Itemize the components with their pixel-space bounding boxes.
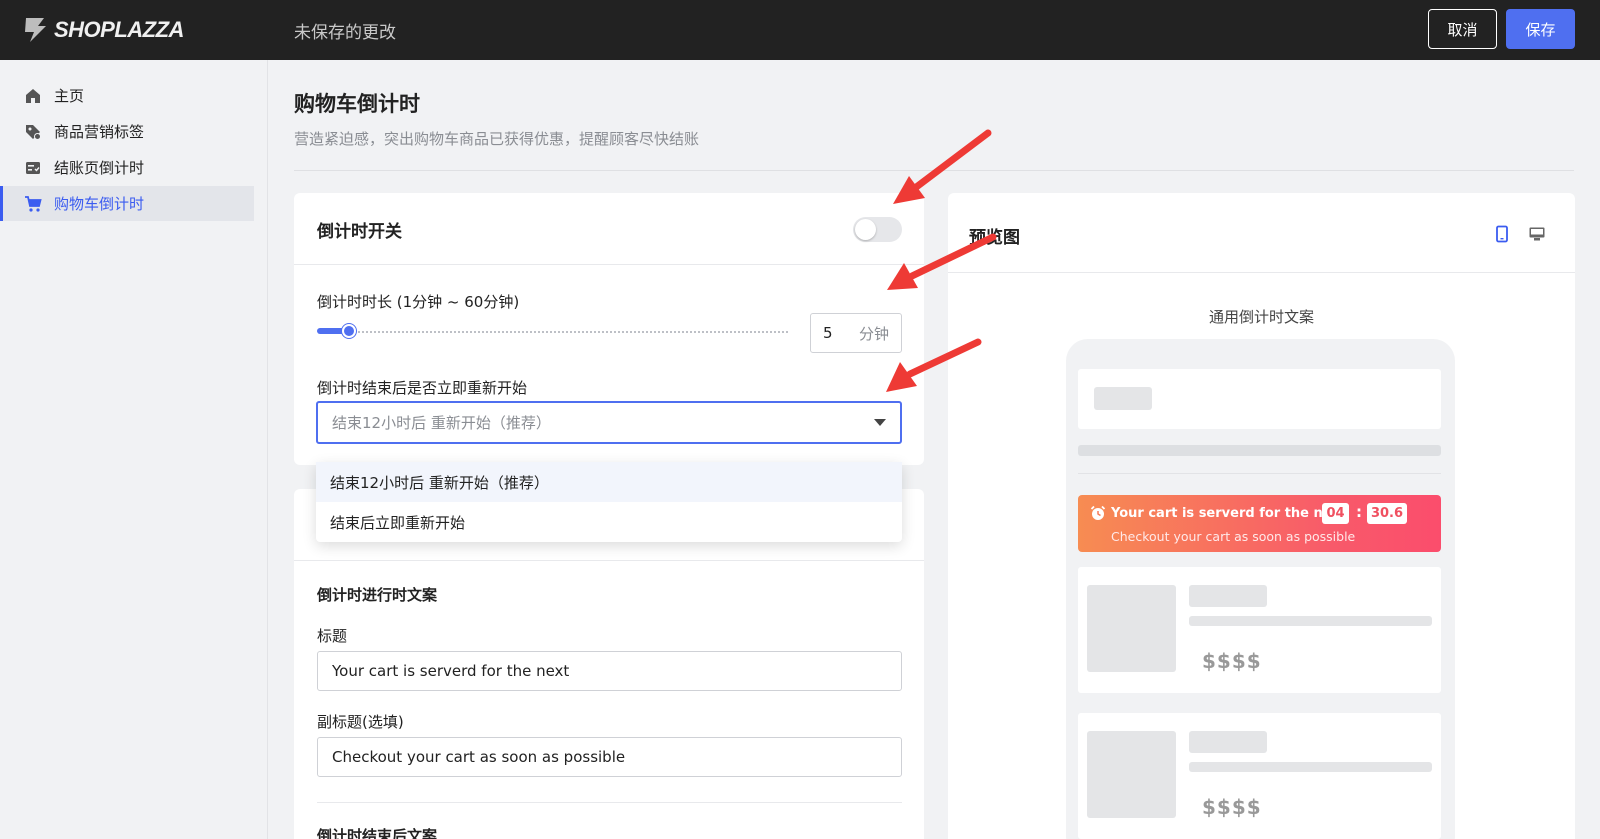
duration-unit: 分钟 <box>858 324 889 343</box>
page-title: 购物车倒计时 <box>294 92 420 116</box>
countdown-settings-card: 倒计时开关 倒计时时长 (1分钟 ~ 60分钟) 5 分钟 倒计时结束后是否立即… <box>294 193 924 465</box>
divider <box>317 802 902 803</box>
tag-icon <box>24 123 42 141</box>
preview-card: 预览图 通用倒计时文案 Your cart is serverd for the… <box>948 193 1575 839</box>
subtitle-field-label: 副标题(选填) <box>317 713 404 731</box>
sidebar-item-cart-countdown[interactable]: 购物车倒计时 <box>0 186 254 221</box>
duration-label: 倒计时时长 (1分钟 ~ 60分钟) <box>317 293 520 311</box>
top-bar: SHOPLAZZA 未保存的更改 取消 保存 <box>0 0 1600 60</box>
sidebar-item-label: 商品营销标签 <box>54 123 145 141</box>
title-input-value: Your cart is serverd for the next <box>332 662 570 680</box>
preview-subtitle: 通用倒计时文案 <box>1208 308 1314 326</box>
cart-item-placeholder: $$$$ <box>1078 567 1441 693</box>
cart-item-placeholder: $$$$ <box>1078 713 1441 839</box>
divider <box>294 560 924 561</box>
unsaved-changes-text: 未保存的更改 <box>294 23 396 43</box>
running-copy-section-title: 倒计时进行时文案 <box>317 586 438 604</box>
restart-select-value: 结束12小时后 重新开始（推荐） <box>332 414 551 432</box>
skeleton-block <box>1189 731 1267 753</box>
cart-icon <box>24 195 42 213</box>
countdown-separator: : <box>1356 503 1362 521</box>
header-placeholder <box>1078 369 1441 429</box>
card-header: 倒计时开关 <box>294 193 924 265</box>
desktop-icon[interactable] <box>1528 225 1546 243</box>
product-image-placeholder <box>1087 585 1176 672</box>
duration-input[interactable]: 5 分钟 <box>810 313 902 353</box>
logo-mark-icon <box>25 18 46 42</box>
price-placeholder: $$$$ <box>1202 649 1262 673</box>
title-field-label: 标题 <box>317 627 348 645</box>
duration-slider-handle[interactable] <box>342 324 356 338</box>
subtitle-input[interactable]: Checkout your cart as soon as possible <box>317 737 902 777</box>
restart-label: 倒计时结束后是否立即重新开始 <box>317 379 528 397</box>
preview-title: 预览图 <box>969 228 1020 248</box>
alarm-clock-icon <box>1090 505 1106 520</box>
price-placeholder: $$$$ <box>1202 795 1262 819</box>
skeleton-line <box>1189 616 1432 626</box>
phone-mockup: Your cart is serverd for the next 04 : 3… <box>1066 339 1455 839</box>
product-image-placeholder <box>1087 731 1176 818</box>
sidebar-item-label: 主页 <box>54 87 85 105</box>
restart-option-immediate[interactable]: 结束后立即重新开始 <box>316 502 902 542</box>
countdown-minutes: 04 <box>1322 503 1349 524</box>
countdown-switch-title: 倒计时开关 <box>317 222 402 242</box>
logo-text: SHOPLAZZA <box>54 17 184 42</box>
sidebar-item-marketing-tags[interactable]: 商品营销标签 <box>0 114 254 149</box>
toggle-knob <box>855 219 876 240</box>
countdown-seconds: 30.6 <box>1367 503 1407 524</box>
sidebar-item-label: 购物车倒计时 <box>54 195 145 213</box>
sidebar-item-label: 结账页倒计时 <box>54 159 145 177</box>
home-icon <box>24 87 42 105</box>
divider <box>948 272 1575 273</box>
sidebar-item-checkout-countdown[interactable]: 结账页倒计时 <box>0 150 254 185</box>
restart-select[interactable]: 结束12小时后 重新开始（推荐） <box>316 401 902 444</box>
skeleton-block <box>1094 387 1152 410</box>
ended-copy-section-title: 倒计时结束后文案 <box>317 827 438 839</box>
skeleton-block <box>1189 585 1267 607</box>
banner-subtitle: Checkout your cart as soon as possible <box>1111 529 1356 544</box>
countdown-banner: Your cart is serverd for the next 04 : 3… <box>1078 495 1441 552</box>
divider <box>1078 473 1441 474</box>
sidebar: 主页 商品营销标签 结账页倒计时 购物车倒计时 <box>0 60 268 839</box>
restart-dropdown-menu: 结束12小时后 重新开始（推荐） 结束后立即重新开始 <box>316 462 902 542</box>
restart-option-12h[interactable]: 结束12小时后 重新开始（推荐） <box>316 462 902 502</box>
sidebar-item-home[interactable]: 主页 <box>0 78 254 113</box>
cancel-button[interactable]: 取消 <box>1428 9 1497 49</box>
page-description: 营造紧迫感，突出购物车商品已获得优惠，提醒顾客尽快结账 <box>294 130 700 148</box>
subtitle-input-value: Checkout your cart as soon as possible <box>332 748 626 766</box>
checkout-icon <box>24 159 42 177</box>
divider <box>294 170 1574 171</box>
countdown-toggle[interactable] <box>853 217 902 242</box>
skeleton-line <box>1189 762 1432 772</box>
mobile-icon[interactable] <box>1493 225 1511 243</box>
banner-title: Your cart is serverd for the next <box>1111 506 1347 521</box>
save-button[interactable]: 保存 <box>1506 9 1575 49</box>
chevron-down-icon <box>874 419 886 426</box>
duration-value: 5 <box>823 324 833 342</box>
title-input[interactable]: Your cart is serverd for the next <box>317 651 902 691</box>
duration-slider-track[interactable] <box>317 330 790 334</box>
logo: SHOPLAZZA <box>22 16 184 44</box>
skeleton-line <box>1078 445 1441 456</box>
